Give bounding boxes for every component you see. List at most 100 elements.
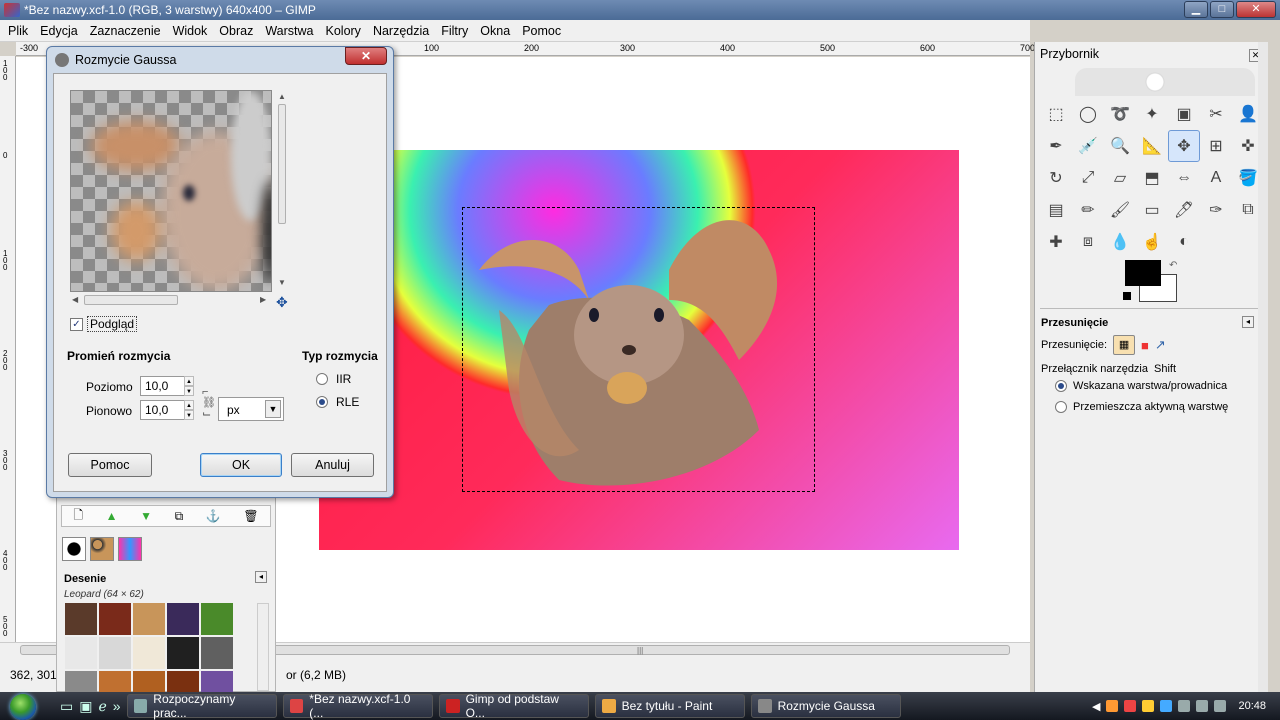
smudge-tool-icon[interactable]: ☝	[1136, 226, 1168, 258]
free-select-tool-icon[interactable]: ➰	[1104, 98, 1136, 130]
flip-tool-icon[interactable]: ⇔	[1168, 162, 1200, 194]
tray-app-icon[interactable]	[1142, 700, 1155, 712]
taskbar-button[interactable]: Rozpoczynamy prac...	[126, 692, 277, 720]
rle-radio[interactable]	[316, 396, 328, 408]
scissors-tool-icon[interactable]: ✂	[1200, 98, 1232, 130]
scrollbar-thumb[interactable]	[84, 295, 178, 305]
tray-app-icon[interactable]	[1124, 700, 1137, 712]
menu-warstwa[interactable]: Warstwa	[259, 24, 319, 38]
rect-select-tool-icon[interactable]: ⬚	[1040, 98, 1072, 130]
lower-layer-icon[interactable]: ▼	[140, 509, 152, 523]
pattern-swatch[interactable]	[201, 603, 233, 635]
navigate-preview-icon[interactable]: ✥	[276, 294, 288, 311]
menu-zaznaczenie[interactable]: Zaznaczenie	[84, 24, 167, 38]
rotate-tool-icon[interactable]: ↻	[1040, 162, 1072, 194]
clock[interactable]: 20:48	[1238, 700, 1266, 712]
move-path-mode-icon[interactable]: ↗	[1155, 337, 1166, 353]
tray-app-icon[interactable]	[1106, 700, 1119, 712]
toolbox-scrollbar[interactable]	[1258, 42, 1268, 692]
pattern-swatch[interactable]	[167, 637, 199, 669]
move-selection-mode-icon[interactable]: ■	[1141, 338, 1149, 353]
menu-okna[interactable]: Okna	[474, 24, 516, 38]
ink-tool-icon[interactable]: ✑	[1200, 194, 1232, 226]
network-icon[interactable]	[1178, 700, 1191, 712]
maximize-button[interactable]: □	[1210, 1, 1234, 18]
swap-colors-icon[interactable]: ↶	[1169, 260, 1177, 271]
delete-layer-icon[interactable]: 🗑	[243, 509, 258, 523]
start-button[interactable]	[0, 692, 50, 720]
measure-tool-icon[interactable]: 📐	[1136, 130, 1168, 162]
move-layer-mode-icon[interactable]: ▦	[1113, 335, 1136, 355]
ellipse-select-tool-icon[interactable]: ◯	[1072, 98, 1104, 130]
type-rle-option[interactable]: RLE	[316, 395, 359, 409]
unit-select[interactable]: px ▼	[218, 397, 284, 421]
ok-button[interactable]: OK	[200, 453, 282, 477]
vertical-ruler[interactable]: 100 0 100 200 300 400 500	[0, 56, 16, 642]
scrollbar-thumb[interactable]	[278, 104, 286, 224]
fuzzy-select-tool-icon[interactable]: ✦	[1136, 98, 1168, 130]
eraser-tool-icon[interactable]: ▭	[1136, 194, 1168, 226]
menu-edycja[interactable]: Edycja	[34, 24, 84, 38]
blur-tool-icon[interactable]: 💧	[1104, 226, 1136, 258]
color-picker-tool-icon[interactable]: 💉	[1072, 130, 1104, 162]
dialog-close-button[interactable]: ✕	[345, 47, 387, 65]
iir-radio[interactable]	[316, 373, 328, 385]
show-desktop-icon[interactable]: ▭	[60, 698, 73, 715]
perspective-tool-icon[interactable]: ⬒	[1136, 162, 1168, 194]
preview-horizontal-scrollbar[interactable]: ◀ ▶	[70, 294, 272, 306]
menu-filtry[interactable]: Filtry	[435, 24, 474, 38]
paintbrush-tool-icon[interactable]: 🖌	[1104, 194, 1136, 226]
help-button[interactable]: Pomoc	[68, 453, 152, 477]
align-tool-icon[interactable]: ⊞	[1200, 130, 1232, 162]
duplicate-layer-icon[interactable]: ⧉	[175, 509, 184, 524]
switch-windows-icon[interactable]: ▣	[79, 698, 92, 715]
menu-kolory[interactable]: Kolory	[320, 24, 367, 38]
menu-pomoc[interactable]: Pomoc	[516, 24, 567, 38]
text-tool-icon[interactable]: A	[1200, 162, 1232, 194]
taskbar-button[interactable]: *Bez nazwy.xcf-1.0 (...	[282, 692, 433, 720]
pattern-swatch[interactable]	[201, 637, 233, 669]
preview-checkbox[interactable]: ✓	[70, 317, 83, 331]
option-move-active[interactable]: Przemieszcza aktywną warstwę	[1055, 401, 1228, 413]
new-layer-icon[interactable]: 🗋	[73, 506, 83, 527]
windows-orb-icon[interactable]	[10, 694, 36, 720]
vertical-radius-input[interactable]: 10,0	[140, 400, 190, 420]
option-pick-layer[interactable]: Wskazana warstwa/prowadnica	[1055, 380, 1227, 392]
tray-chevron-icon[interactable]: ◀	[1092, 700, 1100, 713]
pattern-swatch[interactable]	[167, 603, 199, 635]
pattern-swatch[interactable]	[99, 637, 131, 669]
blend-tool-icon[interactable]: ▤	[1040, 194, 1072, 226]
zoom-tool-icon[interactable]: 🔍	[1104, 130, 1136, 162]
more-chevron-icon[interactable]: »	[113, 698, 121, 715]
foreground-color-swatch[interactable]	[1125, 260, 1161, 286]
menu-widok[interactable]: Widok	[167, 24, 214, 38]
tray-app-icon[interactable]	[1160, 700, 1173, 712]
type-iir-option[interactable]: IIR	[316, 372, 351, 386]
chevron-down-icon[interactable]: ▼	[265, 400, 281, 418]
patterns-scrollbar[interactable]	[257, 603, 269, 691]
anchor-layer-icon[interactable]: ⚓	[206, 509, 221, 523]
pick-layer-radio[interactable]	[1055, 380, 1067, 392]
pattern-swatch[interactable]	[65, 637, 97, 669]
collapse-icon[interactable]: ◂	[1242, 316, 1254, 328]
heal-tool-icon[interactable]: ✚	[1040, 226, 1072, 258]
pattern-swatch[interactable]	[133, 637, 165, 669]
preview-vertical-scrollbar[interactable]: ▲ ▼	[276, 90, 288, 290]
pattern-swatch[interactable]	[99, 603, 131, 635]
move-tool-icon[interactable]: ✥	[1168, 130, 1200, 162]
horizontal-spin-arrows[interactable]: ▲ ▼	[184, 376, 194, 396]
move-active-radio[interactable]	[1055, 401, 1067, 413]
collapse-icon[interactable]: ◂	[255, 571, 267, 583]
tray-app-icon[interactable]	[1214, 700, 1227, 712]
minimize-button[interactable]: ▁	[1184, 1, 1208, 18]
pattern-tab-icon[interactable]	[90, 537, 114, 561]
menu-narzedzia[interactable]: Narzędzia	[367, 24, 435, 38]
reset-colors-icon[interactable]	[1123, 292, 1131, 300]
scale-tool-icon[interactable]: ⤢	[1072, 162, 1104, 194]
perspective-clone-tool-icon[interactable]: ⧈	[1072, 226, 1104, 258]
pattern-swatch[interactable]	[133, 603, 165, 635]
paths-tool-icon[interactable]: ✒	[1040, 130, 1072, 162]
menu-plik[interactable]: Plik	[2, 24, 34, 38]
raise-layer-icon[interactable]: ▲	[106, 509, 118, 523]
blur-preview[interactable]	[70, 90, 272, 292]
